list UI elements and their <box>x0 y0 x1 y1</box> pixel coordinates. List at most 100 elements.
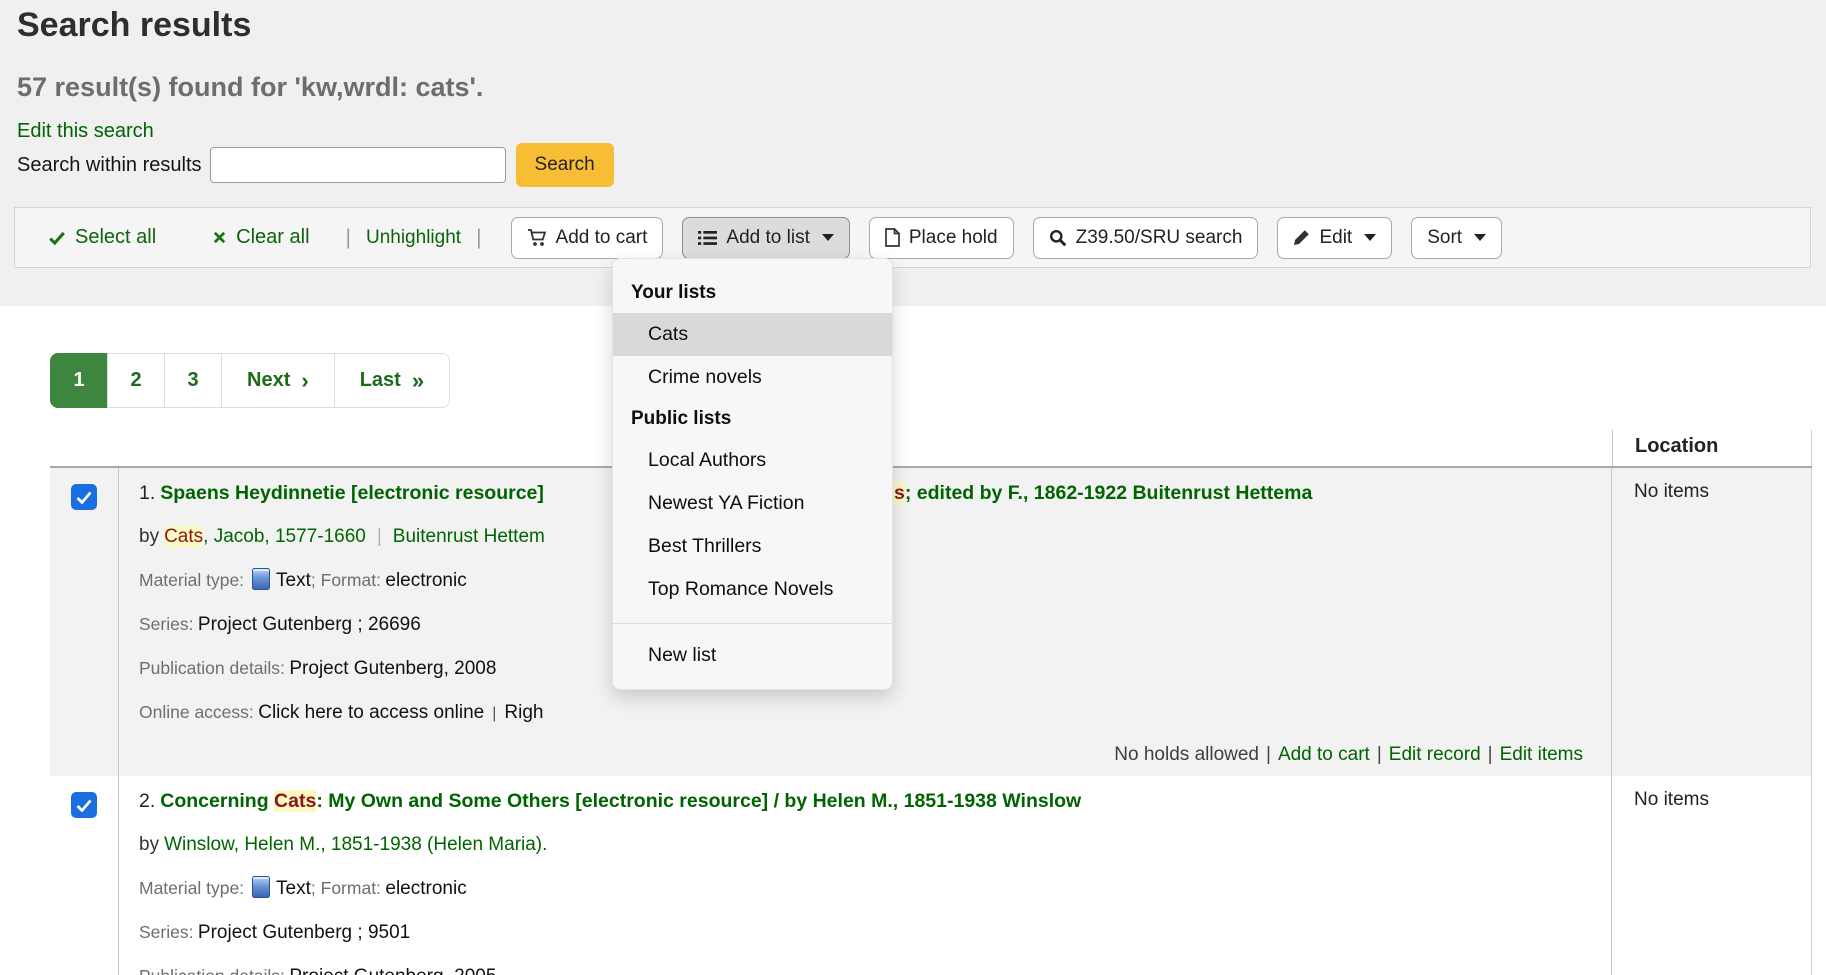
author-link[interactable]: , Jacob, 1577-1660 <box>203 526 366 547</box>
results-toolbar: Select all Clear all | Unhighlight | Add… <box>14 207 1811 268</box>
menu-item-best-thrillers[interactable]: Best Thrillers <box>613 525 892 568</box>
material-type-line: Material type:Text; Format: electronic <box>139 874 1591 904</box>
action-separator: | <box>1266 744 1271 765</box>
publication-label: Publication details: <box>139 658 285 678</box>
search-within-results: Search within results Search <box>17 140 614 190</box>
checkbox-cell <box>50 776 118 975</box>
add-to-list-button[interactable]: Add to list <box>682 217 849 259</box>
sort-button[interactable]: Sort <box>1411 217 1502 259</box>
action-add-to-cart-link[interactable]: Add to cart <box>1278 744 1370 765</box>
online-access-link[interactable]: Click here to access online <box>258 702 484 723</box>
search-within-input[interactable] <box>210 147 506 183</box>
series-link[interactable]: Project Gutenberg <box>198 614 352 635</box>
next-page-button[interactable]: Next › <box>221 353 335 408</box>
page-title: Search results <box>17 6 251 45</box>
publication-details-line: Publication details: Project Gutenberg, … <box>139 962 1591 975</box>
result-number: 1. <box>139 482 155 504</box>
menu-item-local-authors[interactable]: Local Authors <box>613 439 892 482</box>
table-row: 1.Spaens Heydinnetie [electronic resourc… <box>50 468 1812 776</box>
online-access-link-2[interactable]: Righ <box>504 702 543 723</box>
chevron-right-icon: › <box>301 368 308 394</box>
toolbar-separator: | <box>346 226 351 250</box>
result-checkbox-checked[interactable] <box>71 792 97 818</box>
results-count: 57 result(s) found for 'kw,wrdl: cats'. <box>17 72 483 103</box>
publication-value: Project Gutenberg, 2008 <box>289 658 496 679</box>
result-checkbox-checked[interactable] <box>71 484 97 510</box>
location-column-header: Location <box>1612 430 1812 466</box>
pencil-icon <box>1293 229 1310 246</box>
next-label: Next <box>247 369 290 392</box>
page-button-2[interactable]: 2 <box>107 353 165 408</box>
search-button[interactable]: Search <box>516 143 614 187</box>
public-lists-header: Public lists <box>613 399 892 439</box>
result-title-link[interactable]: Spaens Heydinnetie [electronic resource] <box>160 482 544 504</box>
highlighted-search-term: Cats <box>164 526 203 547</box>
highlighted-search-term: s <box>894 482 905 504</box>
your-lists-header: Your lists <box>613 273 892 313</box>
add-to-list-label: Add to list <box>726 227 809 249</box>
online-access-label: Online access: <box>139 702 254 722</box>
z3950-search-label: Z39.50/SRU search <box>1076 227 1243 249</box>
search-icon <box>1049 229 1067 247</box>
action-edit-record-link[interactable]: Edit record <box>1389 744 1481 765</box>
place-hold-button[interactable]: Place hold <box>869 217 1014 259</box>
by-prefix: by <box>139 834 159 855</box>
publication-label: Publication details: <box>139 966 285 975</box>
list-icon <box>698 230 717 246</box>
series-label: Series: <box>139 614 193 634</box>
menu-item-new-list[interactable]: New list <box>613 634 892 677</box>
add-to-cart-button[interactable]: Add to cart <box>511 217 664 259</box>
sort-label: Sort <box>1427 227 1462 249</box>
author-separator: | <box>377 526 382 547</box>
x-icon <box>212 230 227 245</box>
caret-down-icon <box>1364 234 1376 241</box>
page-button-1-current[interactable]: 1 <box>50 353 108 408</box>
menu-divider <box>613 623 892 624</box>
last-page-button[interactable]: Last » <box>334 353 450 408</box>
result-description-cell: 2.Concerning Cats: My Own and Some Other… <box>118 776 1612 975</box>
page-button-3[interactable]: 3 <box>164 353 222 408</box>
edit-label: Edit <box>1319 227 1352 249</box>
cart-icon <box>527 228 547 247</box>
search-within-label: Search within results <box>17 154 202 177</box>
z3950-search-button[interactable]: Z39.50/SRU search <box>1033 217 1259 259</box>
result-number: 2. <box>139 790 155 812</box>
material-type-value: Text <box>276 878 311 899</box>
menu-item-crime-novels[interactable]: Crime novels <box>613 356 892 399</box>
edit-button[interactable]: Edit <box>1277 217 1392 259</box>
page-icon <box>885 228 900 247</box>
table-row: 2.Concerning Cats: My Own and Some Other… <box>50 776 1812 975</box>
online-access-line: Online access: Click here to access onli… <box>139 698 1591 728</box>
unhighlight-link[interactable]: Unhighlight <box>366 227 461 249</box>
series-number: ; 26696 <box>352 614 421 635</box>
action-edit-items-link[interactable]: Edit items <box>1500 744 1583 765</box>
result-title-link-continued[interactable]: : My Own and Some Others [electronic res… <box>316 790 1081 812</box>
checkbox-column-header <box>50 430 118 466</box>
check-icon <box>48 229 66 247</box>
caret-down-icon <box>1474 234 1486 241</box>
menu-item-newest-ya-fiction[interactable]: Newest YA Fiction <box>613 482 892 525</box>
select-all-link[interactable]: Select all <box>48 226 156 249</box>
author-link[interactable]: Winslow, Helen M., 1851-1938 (Helen Mari… <box>164 834 542 855</box>
double-chevron-right-icon: » <box>412 368 424 394</box>
action-separator: | <box>1377 744 1382 765</box>
format-label: ; Format: <box>311 878 381 898</box>
search-results-page: Search results 57 result(s) found for 'k… <box>0 0 1826 975</box>
material-type-label: Material type: <box>139 878 244 898</box>
book-icon <box>252 876 270 898</box>
caret-down-icon <box>822 234 834 241</box>
checkmark-icon <box>76 799 92 812</box>
author-suffix: . <box>542 834 547 855</box>
format-label: ; Format: <box>311 570 381 590</box>
select-all-label: Select all <box>75 226 156 249</box>
holds-status: No holds allowed <box>1114 744 1259 765</box>
menu-item-top-romance-novels[interactable]: Top Romance Novels <box>613 568 892 611</box>
result-title-link-continued[interactable]: ; edited by F., 1862-1922 Buitenrust Het… <box>905 482 1312 504</box>
menu-item-cats[interactable]: Cats <box>613 313 892 356</box>
secondary-author-link[interactable]: Buitenrust Hettem <box>393 526 545 547</box>
clear-all-link[interactable]: Clear all <box>212 226 309 249</box>
result-title-link[interactable]: Concerning <box>160 790 274 812</box>
add-to-cart-label: Add to cart <box>556 227 648 249</box>
series-line: Series: Project Gutenberg ; 9501 <box>139 918 1591 948</box>
series-link[interactable]: Project Gutenberg <box>198 922 352 943</box>
